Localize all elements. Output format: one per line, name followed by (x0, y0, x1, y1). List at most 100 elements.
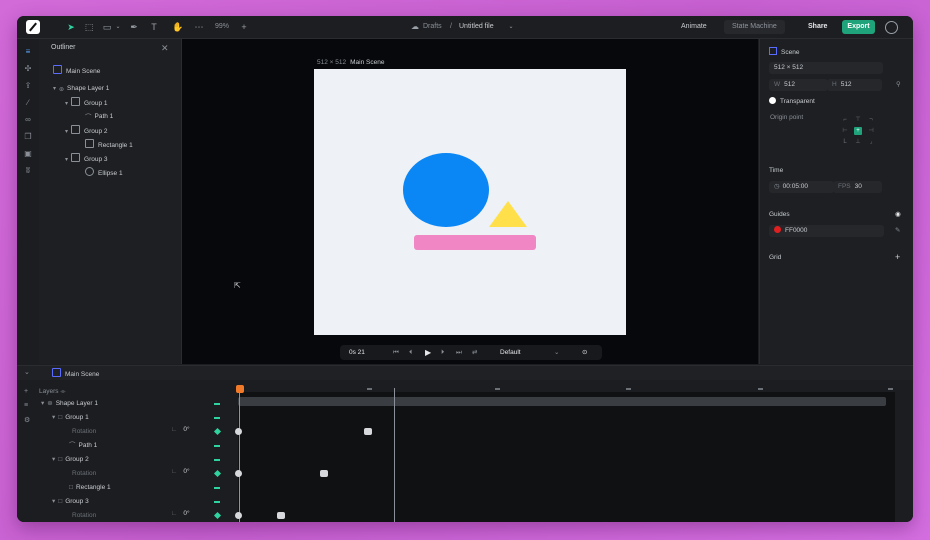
keyframe[interactable] (235, 428, 242, 435)
keyframe[interactable] (235, 470, 242, 477)
origin-bottom-right[interactable]: ⌟ (867, 138, 875, 146)
add-icon[interactable]: + (895, 252, 900, 262)
playhead-handle[interactable] (236, 385, 244, 393)
tab-animate[interactable]: Animate (673, 20, 715, 34)
keyframe-toggle-icon[interactable] (213, 427, 222, 436)
artboard[interactable] (314, 69, 626, 335)
step-forward-icon[interactable]: ⏵ (441, 348, 444, 357)
background-swatch[interactable] (769, 97, 776, 104)
filter-icon[interactable]: ⌯ (60, 388, 65, 395)
triangle-shape[interactable] (489, 201, 527, 227)
rectangle-shape[interactable] (414, 235, 536, 250)
settings-icon[interactable]: ⚙ (24, 416, 30, 424)
preview-icon[interactable]: ⊙ (582, 348, 587, 357)
add-icon[interactable]: + (238, 21, 250, 33)
import-icon[interactable]: ⇪ (23, 81, 33, 91)
chevron-down-icon[interactable]: ⌄ (505, 21, 517, 33)
transform-tool-icon[interactable]: ⬚ (83, 21, 95, 33)
layer-duration-bar[interactable] (238, 397, 886, 406)
edit-icon[interactable]: ✎ (895, 226, 900, 234)
origin-bottom[interactable]: ⊥ (854, 138, 862, 146)
rotation-value[interactable]: ∟ 0° (171, 468, 190, 475)
timeline-row-rotation[interactable]: Rotation (72, 426, 96, 438)
app-logo-icon[interactable] (26, 20, 40, 34)
guide-color-field[interactable]: FF0000 (769, 225, 884, 237)
chevron-down-icon[interactable]: ⌄ (112, 21, 124, 33)
chevron-down-icon[interactable]: ▾ (41, 400, 44, 407)
timeline-row-shape-layer[interactable]: ▾ ⊛ Shape Layer 1 (41, 398, 98, 410)
media-icon[interactable]: ▣ (23, 149, 33, 159)
tree-item-group-1[interactable]: ▾ Group 1 (65, 97, 108, 109)
components-icon[interactable]: ❐ (23, 132, 33, 142)
timeline-row-rectangle-1[interactable]: □ Rectangle 1 (69, 482, 111, 494)
chevron-down-icon[interactable]: ▾ (65, 157, 68, 163)
height-field[interactable]: H 512 (827, 79, 882, 91)
ellipse-shape[interactable] (403, 153, 489, 227)
text-styles-icon[interactable]: ʬ (23, 166, 33, 176)
origin-right[interactable]: ⊣ (867, 127, 875, 135)
play-icon[interactable]: ▶ (425, 348, 431, 357)
origin-bottom-left[interactable]: L (841, 138, 849, 146)
keyframe[interactable] (277, 512, 285, 519)
chevron-down-icon[interactable]: ▾ (52, 498, 55, 505)
tree-item-main-scene[interactable]: Main Scene (53, 65, 100, 77)
origin-top[interactable]: ⊤ (854, 116, 862, 124)
timeline-row-rotation[interactable]: Rotation (72, 468, 96, 480)
chevron-down-icon[interactable]: ▾ (65, 101, 68, 107)
zoom-level[interactable]: 99% (215, 23, 229, 30)
select-tool-icon[interactable]: ➤ (65, 21, 77, 33)
tree-item-ellipse-1[interactable]: Ellipse 1 (85, 167, 123, 179)
timeline-row-path-1[interactable]: ⌒ Path 1 (69, 440, 97, 452)
file-name[interactable]: Untitled file (459, 23, 494, 30)
rotation-value[interactable]: ∟ 0° (171, 510, 190, 517)
timeline-row-group-2[interactable]: ▾ □ Group 2 (52, 454, 89, 466)
eye-icon[interactable]: ◉ (895, 210, 901, 218)
chevron-down-icon[interactable]: ▾ (52, 414, 55, 421)
chevron-down-icon[interactable]: ⌄ (554, 348, 559, 357)
add-icon[interactable]: + (24, 388, 28, 395)
background-field[interactable]: Transparent (769, 96, 899, 108)
brush-icon[interactable]: ∕ (23, 98, 33, 108)
timeline-scene[interactable]: Main Scene (52, 368, 99, 380)
tree-item-rectangle-1[interactable]: Rectangle 1 (85, 139, 133, 151)
chevron-down-icon[interactable]: ⌄ (24, 368, 30, 376)
more-icon[interactable]: ⋯ (193, 21, 205, 33)
text-tool-icon[interactable]: T (148, 21, 160, 33)
assets-icon[interactable]: ✣ (23, 64, 33, 74)
pen-tool-icon[interactable]: ✒ (128, 21, 140, 33)
tab-state-machine[interactable]: State Machine (724, 20, 785, 34)
link-icon[interactable]: ⚲ (896, 80, 901, 88)
timeline-tracks[interactable] (238, 392, 895, 522)
origin-left[interactable]: ⊢ (841, 127, 849, 135)
keyframe[interactable] (364, 428, 372, 435)
keyframe-toggle-icon[interactable] (213, 469, 222, 478)
breadcrumb-drafts[interactable]: Drafts (423, 23, 442, 30)
layers-icon[interactable]: ≡ (23, 47, 33, 57)
duration-field[interactable]: ◷ 00:05:00 (769, 181, 834, 193)
tree-item-group-3[interactable]: ▾ Group 3 (65, 153, 108, 165)
rotation-value[interactable]: ∟ 0° (171, 426, 190, 433)
tree-item-group-2[interactable]: ▾ Group 2 (65, 125, 108, 137)
share-button[interactable]: Share (808, 20, 827, 34)
skip-start-icon[interactable]: ⏮ (393, 348, 399, 357)
keyframe-toggle-icon[interactable] (213, 511, 222, 520)
fps-field[interactable]: FPS 30 (833, 181, 882, 193)
origin-center[interactable]: + (854, 127, 862, 135)
width-field[interactable]: W 512 (769, 79, 828, 91)
size-preset-select[interactable]: 512 × 512 (769, 62, 883, 74)
skip-end-icon[interactable]: ⏭ (456, 348, 462, 357)
origin-point-grid[interactable]: ⌐ ⊤ ¬ ⊢ + ⊣ L ⊥ ⌟ (841, 116, 875, 146)
keyframe[interactable] (320, 470, 328, 477)
tree-item-shape-layer[interactable]: ▾ ⊛ Shape Layer 1 (53, 83, 109, 95)
layers-icon[interactable]: ≡ (24, 402, 28, 409)
preset-select[interactable]: Default (500, 348, 521, 357)
avatar[interactable] (885, 21, 898, 34)
timeline-row-group-3[interactable]: ▾ □ Group 3 (52, 496, 89, 508)
loop-icon[interactable]: ⇄ (472, 348, 477, 357)
keyframe[interactable] (235, 512, 242, 519)
timeline-row-group-1[interactable]: ▾ □ Group 1 (52, 412, 89, 424)
tree-item-path-1[interactable]: ⌒ Path 1 (85, 111, 113, 123)
chevron-down-icon[interactable]: ▾ (65, 129, 68, 135)
origin-top-left[interactable]: ⌐ (841, 116, 849, 124)
guide-color-swatch[interactable] (774, 226, 781, 233)
